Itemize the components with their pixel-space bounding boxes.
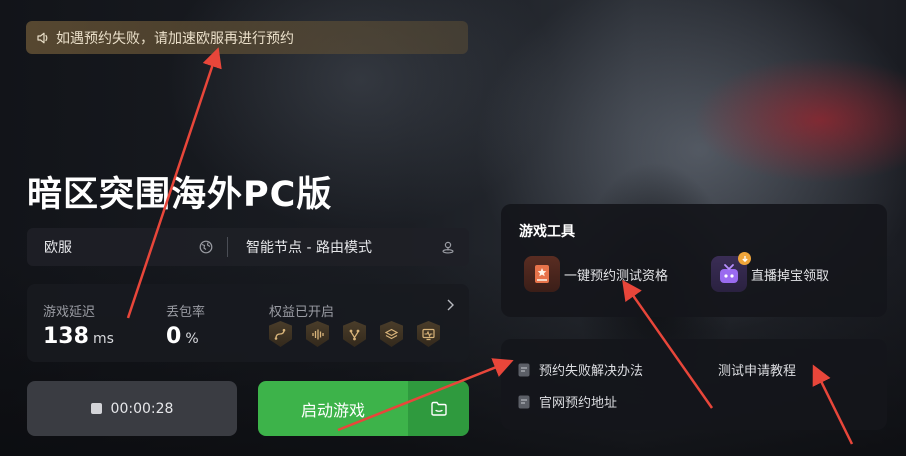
reserve-test-qualification-tool[interactable]: 一键预约测试资格	[524, 256, 668, 292]
chevron-right-icon[interactable]	[445, 298, 455, 312]
route-icon[interactable]	[269, 321, 292, 347]
tool-label: 直播掉宝领取	[751, 268, 830, 284]
link-label: 官网预约地址	[539, 396, 618, 411]
packet-loss-unit: %	[185, 331, 199, 347]
server-selector: 欧服 智能节点 - 路由模式	[27, 228, 469, 266]
stop-acceleration-button[interactable]: 00:00:28	[27, 381, 237, 436]
book-icon	[524, 256, 560, 292]
monitor-pulse-icon[interactable]	[417, 321, 440, 347]
game-tools-title: 游戏工具	[519, 224, 575, 240]
perk-icon-row	[269, 321, 440, 347]
packet-loss-label: 丢包率	[166, 305, 206, 320]
reservation-failure-fix-link[interactable]: 预约失败解决办法	[518, 360, 643, 379]
audio-wave-icon[interactable]	[306, 321, 329, 347]
test-application-tutorial-link[interactable]: 测试申请教程	[718, 360, 796, 379]
document-icon	[518, 363, 530, 377]
perks-label: 权益已开启	[269, 305, 335, 320]
packet-loss-readout: 0%	[166, 324, 199, 349]
latency-readout: 138 ms	[43, 324, 114, 349]
globe-icon	[199, 240, 213, 254]
region-label: 欧服	[44, 240, 72, 256]
stop-icon	[90, 403, 102, 414]
game-folder-button[interactable]	[408, 381, 469, 436]
document-icon	[518, 395, 530, 409]
node-selector[interactable]: 智能节点 - 路由模式	[228, 228, 469, 266]
speaker-icon	[36, 31, 50, 45]
network-stats-panel: 游戏延迟 138 ms 丢包率 0% 权益已开启	[27, 284, 469, 362]
notice-bar: 如遇预约失败，请加速欧服再进行预约	[26, 21, 468, 54]
link-label: 预约失败解决办法	[539, 364, 644, 379]
region-selector[interactable]: 欧服	[27, 228, 227, 266]
live-drops-tool[interactable]: 直播掉宝领取	[711, 252, 830, 292]
layers-icon[interactable]	[380, 321, 403, 347]
latency-label: 游戏延迟	[43, 305, 96, 320]
gift-tv-icon	[711, 252, 751, 292]
tool-label: 一键预约测试资格	[564, 268, 669, 284]
notice-text: 如遇预约失败，请加速欧服再进行预约	[56, 30, 294, 47]
branch-icon[interactable]	[343, 321, 366, 347]
link-label: 测试申请教程	[718, 364, 797, 379]
start-game-button[interactable]: 启动游戏	[258, 381, 408, 436]
download-badge-icon	[738, 252, 751, 265]
help-links-panel: 预约失败解决办法 官网预约地址 测试申请教程	[501, 339, 887, 430]
node-label: 智能节点 - 路由模式	[246, 240, 372, 256]
start-game-label: 启动游戏	[300, 400, 365, 420]
start-game-button-group: 启动游戏	[258, 381, 469, 436]
folder-icon	[430, 401, 448, 417]
game-title: 暗区突围海外PC版	[27, 175, 333, 215]
official-reservation-link[interactable]: 官网预约地址	[518, 392, 617, 411]
latency-unit: ms	[92, 331, 114, 347]
packet-loss-value: 0	[166, 324, 182, 349]
timer-value: 00:00:28	[110, 400, 174, 417]
game-tools-panel: 游戏工具 一键预约测试资格 直播掉宝领取	[501, 204, 887, 317]
location-pin-icon	[441, 240, 455, 254]
latency-value: 138	[43, 324, 89, 349]
